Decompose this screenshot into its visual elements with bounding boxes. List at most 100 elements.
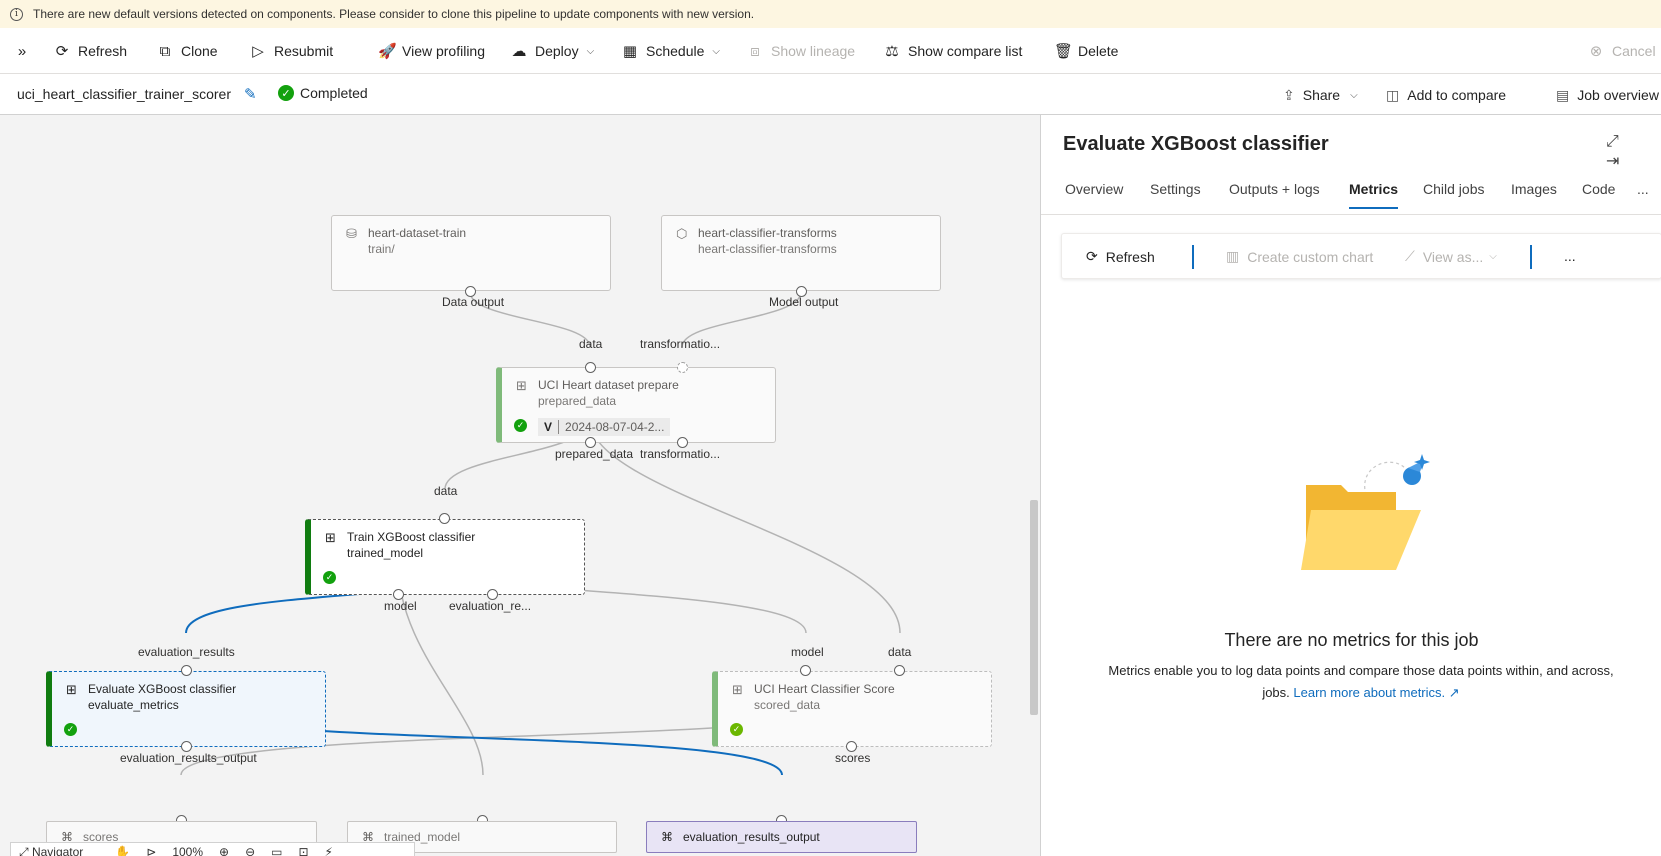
panel-title: Evaluate XGBoost classifier — [1063, 133, 1329, 155]
evaluate-node[interactable]: ⊞ Evaluate XGBoost classifier evaluate_m… — [46, 671, 326, 747]
cancel-circle-icon: ⊗ — [1589, 43, 1603, 60]
component-icon: ⊞ — [516, 378, 527, 393]
play-icon: ▷ — [252, 43, 264, 60]
learn-more-link[interactable]: Learn more about metrics. ↗ — [1293, 685, 1459, 700]
share-button[interactable]: ⇪ Share ⌵ — [1283, 75, 1358, 115]
share-icon: ⇪ — [1283, 86, 1295, 103]
metrics-refresh-button[interactable]: ⟳ Refresh — [1086, 248, 1155, 265]
tabs-more-button[interactable]: ... — [1637, 181, 1649, 197]
port-label: transformatio... — [640, 447, 721, 461]
tab-child-jobs[interactable]: Child jobs — [1423, 181, 1484, 197]
info-icon: i — [10, 7, 23, 21]
scale-icon: ⚖ — [885, 43, 899, 60]
dataset-node[interactable]: ⛁ heart-dataset-train train/ — [331, 215, 611, 291]
auto-layout-icon[interactable]: ⚡ — [325, 845, 333, 856]
overview-icon: ▤ — [1556, 86, 1570, 103]
clone-button[interactable]: ⧉ Clone — [157, 28, 218, 74]
check-circle-icon: ✓ — [278, 85, 294, 101]
delete-button[interactable]: 🗑 Delete — [1054, 28, 1118, 74]
port-label: evaluation_results — [138, 645, 235, 659]
port-label: evaluation_re... — [449, 599, 532, 613]
toolbar-divider — [1192, 245, 1194, 269]
calendar-icon: ▦ — [622, 43, 638, 60]
empty-folder-illustration — [1301, 454, 1430, 570]
bar-chart-icon: ▥ — [1226, 248, 1240, 264]
pencil-icon[interactable]: ✎ — [244, 85, 257, 103]
port-label: Data output — [442, 295, 505, 309]
job-overview-button[interactable]: ▤ Job overview — [1556, 75, 1659, 115]
zoom-out-icon[interactable]: ⊖ — [245, 845, 255, 856]
chevron-down-icon: ⌵ — [1489, 251, 1497, 262]
version-badge[interactable]: V 2024-08-07-04-2... — [538, 418, 671, 436]
check-circle-icon: ✓ — [64, 723, 77, 736]
empty-state-description: Metrics enable you to log data points an… — [1108, 663, 1614, 700]
zoom-level[interactable]: 100% — [172, 845, 203, 856]
port-data-input[interactable] — [585, 362, 596, 373]
layout-icon[interactable]: ⊡ — [298, 845, 308, 856]
hand-icon[interactable]: ✋ — [115, 845, 130, 856]
refresh-button[interactable]: ⟳ Refresh — [54, 28, 127, 74]
pipeline-canvas[interactable]: ⛁ heart-dataset-train train/ Data output… — [0, 115, 1040, 856]
navigator-button[interactable]: ⤢ Navigator — [19, 845, 99, 856]
transforms-node[interactable]: ⬡ heart-classifier-transforms heart-clas… — [661, 215, 941, 291]
tab-outputs-logs[interactable]: Outputs + logs — [1229, 181, 1320, 197]
close-panel-icon[interactable]: ⇥ — [1606, 153, 1619, 170]
check-circle-icon: ✓ — [323, 571, 336, 584]
panel-actions: ⤢ ⇥ — [1606, 133, 1661, 171]
details-panel: Evaluate XGBoost classifier ⤢ ⇥ Overview… — [1040, 115, 1661, 856]
port-data-input[interactable] — [439, 513, 450, 524]
double-chevron-right-icon: » — [17, 42, 27, 60]
tab-overview[interactable]: Overview — [1065, 181, 1123, 197]
port-label: model — [384, 599, 417, 613]
dataset-icon: ⛁ — [346, 226, 357, 241]
port-label: transformatio... — [640, 337, 721, 351]
show-compare-list-button[interactable]: ⚖ Show compare list — [884, 28, 1022, 74]
lineage-icon: ⧈ — [750, 42, 760, 60]
tab-settings[interactable]: Settings — [1150, 181, 1201, 197]
metrics-more-button[interactable]: ... — [1564, 248, 1576, 264]
empty-state-title: There are no metrics for this job — [1224, 630, 1479, 650]
schedule-button[interactable]: ▦ Schedule ⌵ — [622, 28, 720, 74]
toolbar-divider — [1530, 245, 1532, 269]
port-label: model — [791, 645, 824, 659]
port-label: scores — [835, 751, 871, 765]
warning-banner: i There are new default versions detecte… — [0, 0, 1661, 28]
cloud-upload-icon: ☁ — [511, 43, 527, 60]
tab-images[interactable]: Images — [1511, 181, 1557, 197]
fit-icon[interactable]: ▭ — [271, 845, 282, 856]
show-lineage-button[interactable]: ⧈ Show lineage — [747, 28, 855, 74]
banner-text: There are new default versions detected … — [33, 7, 755, 21]
output-node-evaluation-results[interactable]: ⌘ evaluation_results_output — [646, 821, 917, 853]
port-transform-input[interactable] — [677, 362, 688, 373]
view-profiling-button[interactable]: 🚀 View profiling — [378, 28, 485, 74]
resubmit-button[interactable]: ▷ Resubmit — [250, 28, 333, 74]
train-node[interactable]: ⊞ Train XGBoost classifier trained_model… — [305, 519, 585, 595]
create-custom-chart-button[interactable]: ▥ Create custom chart — [1226, 248, 1373, 265]
prepare-node[interactable]: ⊞ UCI Heart dataset prepare prepared_dat… — [496, 367, 776, 443]
cube-icon: ⬡ — [676, 226, 688, 241]
component-icon: ⊞ — [325, 530, 336, 545]
status-badge: ✓ Completed — [278, 85, 368, 101]
port-data-input[interactable] — [894, 665, 905, 676]
refresh-icon: ⟳ — [55, 43, 69, 60]
expand-icon[interactable]: ⤢ — [1606, 133, 1619, 150]
chevron-down-icon: ⌵ — [1350, 89, 1358, 101]
score-node[interactable]: ⊞ UCI Heart Classifier Score scored_data… — [712, 671, 992, 747]
canvas-scrollbar[interactable] — [1030, 500, 1038, 715]
port-model-input[interactable] — [800, 665, 811, 676]
tab-metrics[interactable]: Metrics — [1349, 181, 1399, 209]
add-to-compare-button[interactable]: ◫ Add to compare — [1386, 75, 1506, 115]
compare-icon: ◫ — [1386, 86, 1400, 103]
clone-icon: ⧉ — [159, 42, 171, 60]
check-circle-icon: ✓ — [514, 419, 527, 432]
tab-code[interactable]: Code — [1582, 181, 1615, 197]
pointer-icon[interactable]: ⊳ — [146, 845, 156, 856]
cancel-button[interactable]: ⊗ Cancel — [1588, 28, 1656, 74]
zoom-in-icon[interactable]: ⊕ — [219, 845, 229, 856]
port-label: data — [579, 337, 603, 351]
deploy-button[interactable]: ☁ Deploy ⌵ — [511, 28, 595, 74]
port-eval-input[interactable] — [181, 665, 192, 676]
view-as-button[interactable]: ⟋ View as... ⌵ — [1405, 248, 1497, 265]
expand-nav-button[interactable]: » — [14, 28, 38, 74]
output-icon: ⌘ — [661, 830, 673, 844]
